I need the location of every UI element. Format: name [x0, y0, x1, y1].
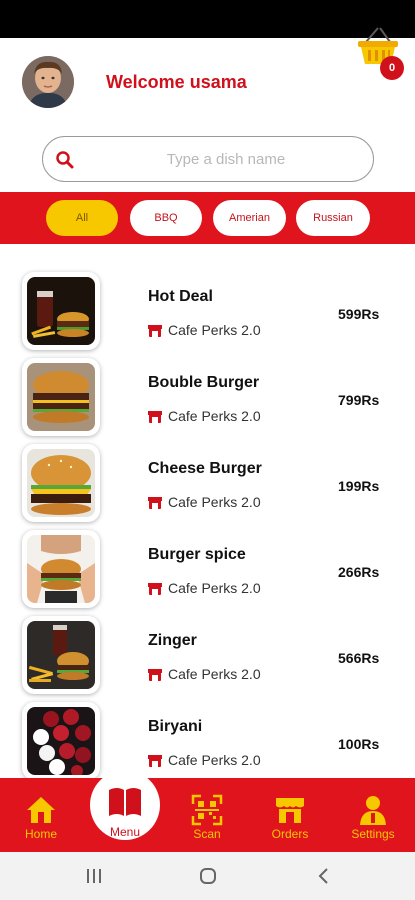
menu-item[interactable]: Bouble Burger Cafe Perks 2.0 799Rs [0, 348, 415, 436]
dish-name: Cheese Burger [148, 460, 262, 477]
category-bar: All BBQ Amerian Russian [0, 192, 415, 244]
header: Welcome usama [0, 38, 415, 126]
dish-name: Hot Deal [148, 288, 213, 305]
category-chip-all[interactable]: All [46, 200, 118, 236]
search-icon [55, 150, 75, 170]
nav-label: Settings [351, 827, 395, 841]
back-icon[interactable] [312, 864, 336, 888]
dish-price: 566Rs [338, 650, 380, 666]
dish-price: 599Rs [338, 306, 380, 322]
qr-scan-icon [191, 794, 223, 826]
dish-name: Biryani [148, 718, 203, 735]
home-button-icon[interactable] [196, 864, 220, 888]
dish-thumbnail [22, 530, 100, 608]
cart-count-badge: 0 [380, 56, 404, 80]
category-chip-bbq[interactable]: BBQ [130, 200, 202, 236]
store-icon [148, 754, 162, 768]
store-icon [148, 324, 162, 338]
nav-scan[interactable]: Scan [172, 778, 242, 852]
store-icon [148, 582, 162, 596]
dish-price: 266Rs [338, 564, 380, 580]
dish-name: Burger spice [148, 546, 246, 563]
store-name: Cafe Perks 2.0 [168, 666, 261, 682]
store-name: Cafe Perks 2.0 [168, 580, 261, 596]
nav-label: Menu [109, 825, 141, 839]
store-name: Cafe Perks 2.0 [168, 322, 261, 338]
store-icon [148, 410, 162, 424]
dish-name: Bouble Burger [148, 374, 260, 391]
menu-item[interactable]: Cheese Burger Cafe Perks 2.0 199Rs [0, 434, 415, 522]
menu-item[interactable]: Zinger Cafe Perks 2.0 566Rs [0, 606, 415, 694]
dish-price: 199Rs [338, 478, 380, 494]
menu-item[interactable]: Burger spice Cafe Perks 2.0 266Rs [0, 520, 415, 608]
menu-item[interactable]: Hot Deal Cafe Perks 2.0 599Rs [0, 262, 415, 350]
user-settings-icon [357, 794, 389, 826]
search-bar[interactable] [42, 136, 374, 182]
home-icon [25, 794, 57, 826]
nav-label: Scan [193, 827, 221, 841]
user-avatar[interactable] [22, 56, 74, 108]
dish-thumbnail [22, 616, 100, 694]
search-input[interactable] [91, 145, 361, 173]
store-name: Cafe Perks 2.0 [168, 494, 261, 510]
dish-thumbnail [22, 702, 100, 780]
store-icon [148, 668, 162, 682]
store-name: Cafe Perks 2.0 [168, 408, 261, 424]
menu-item[interactable]: Biryani Cafe Perks 2.0 100Rs [0, 692, 415, 780]
dish-price: 799Rs [338, 392, 380, 408]
nav-label: Orders [271, 827, 309, 841]
category-chip-amerian[interactable]: Amerian [213, 200, 286, 236]
dish-thumbnail [22, 444, 100, 522]
category-chip-russian[interactable]: Russian [296, 200, 370, 236]
recent-apps-icon[interactable] [82, 864, 106, 888]
dish-thumbnail [22, 358, 100, 436]
nav-label: Home [24, 827, 57, 841]
book-icon [107, 784, 143, 820]
store-name: Cafe Perks 2.0 [168, 752, 261, 768]
nav-settings[interactable]: Settings [338, 778, 408, 852]
store-icon [274, 794, 306, 826]
welcome-text: Welcome usama [106, 72, 247, 92]
dish-price: 100Rs [338, 736, 380, 752]
nav-menu[interactable]: Menu [90, 770, 160, 840]
system-nav-bar [0, 852, 415, 900]
dish-name: Zinger [148, 632, 197, 649]
bottom-nav: Home Scan Orders Settings [0, 778, 415, 852]
nav-orders[interactable]: Orders [255, 778, 325, 852]
status-bar [0, 0, 415, 38]
nav-home[interactable]: Home [6, 778, 76, 852]
store-icon [148, 496, 162, 510]
dish-thumbnail [22, 272, 100, 350]
